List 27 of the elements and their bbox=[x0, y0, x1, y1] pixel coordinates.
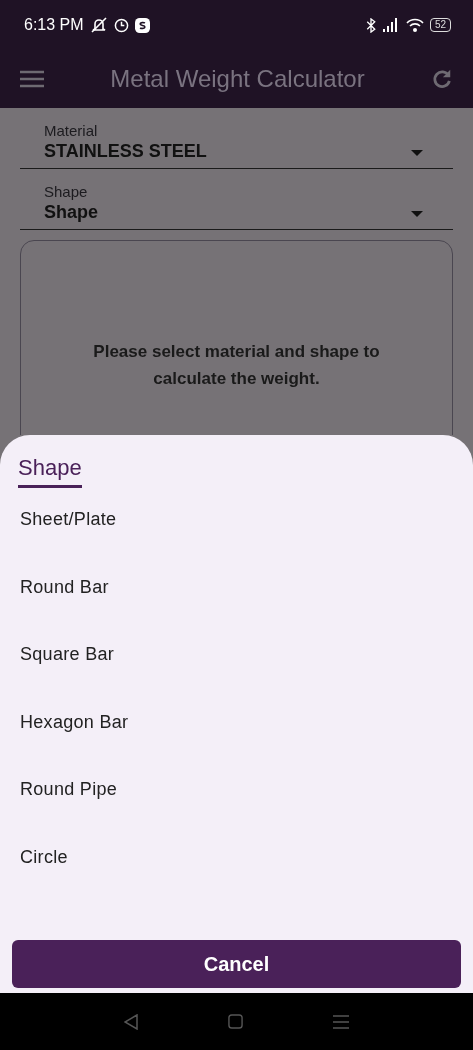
back-icon[interactable] bbox=[124, 1013, 138, 1030]
result-message: Please select material and shape to calculate the weight. bbox=[92, 341, 381, 390]
shape-option[interactable]: Round Bar bbox=[12, 553, 461, 621]
shape-option[interactable]: Sheet/Plate bbox=[12, 486, 461, 554]
shape-option[interactable]: Square Bar bbox=[12, 621, 461, 689]
dropdown-field[interactable]: Material STAINLESS STEEL bbox=[20, 108, 453, 169]
refresh-icon[interactable] bbox=[431, 68, 453, 90]
menu-icon[interactable] bbox=[20, 70, 44, 88]
shape-option[interactable]: Round Pipe bbox=[12, 756, 461, 824]
wifi-icon bbox=[405, 18, 424, 32]
battery-level: 52 bbox=[429, 18, 451, 32]
signal-icon bbox=[381, 18, 400, 32]
app-icon bbox=[134, 17, 150, 33]
home-icon[interactable] bbox=[228, 1014, 243, 1029]
cancel-button[interactable]: Cancel bbox=[12, 940, 461, 988]
sheet-title: Shape bbox=[18, 455, 82, 488]
recents-icon[interactable] bbox=[333, 1014, 349, 1029]
dropdown-caret-icon bbox=[411, 211, 423, 217]
bluetooth-icon bbox=[365, 17, 376, 33]
status-time: 6:13 PM bbox=[24, 16, 84, 34]
shape-option[interactable]: Hexagon Bar bbox=[12, 688, 461, 756]
dropdown-field[interactable]: Shape Shape bbox=[20, 169, 453, 230]
app-title: Metal Weight Calculator bbox=[109, 65, 366, 93]
muted-bell-icon bbox=[89, 17, 108, 33]
shape-option[interactable]: Circle bbox=[12, 823, 461, 891]
dropdown-caret-icon bbox=[411, 150, 423, 156]
clock-icon bbox=[113, 17, 129, 33]
